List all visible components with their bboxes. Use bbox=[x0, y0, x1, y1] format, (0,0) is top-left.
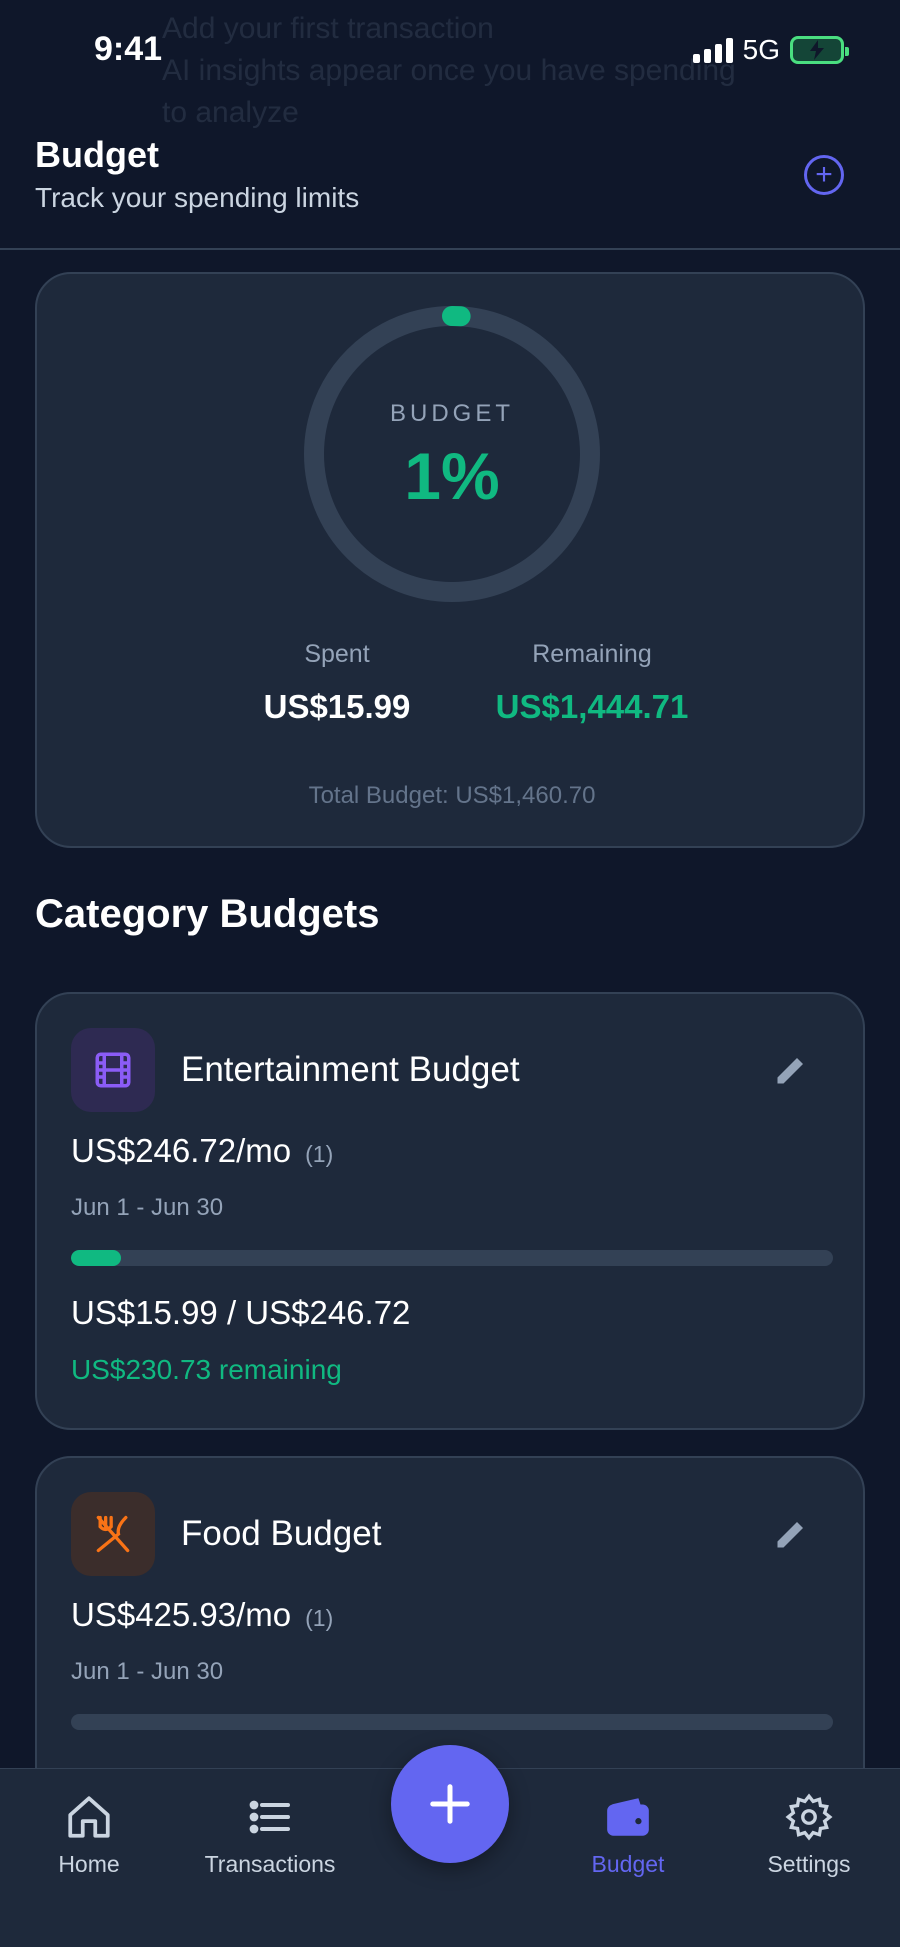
tab-label: Home bbox=[58, 1851, 120, 1877]
category-card-entertainment[interactable]: Entertainment Budget US$246.72/mo (1) Jun… bbox=[35, 992, 865, 1430]
budget-percent: 1% bbox=[404, 439, 500, 513]
battery-charging-icon bbox=[790, 36, 849, 64]
edit-pencil-icon[interactable] bbox=[773, 1052, 809, 1088]
tab-label: Settings bbox=[767, 1851, 851, 1877]
wallet-icon bbox=[607, 1798, 649, 1836]
category-progress-track bbox=[71, 1714, 833, 1730]
spent-label: Spent bbox=[304, 640, 370, 668]
category-period: Jun 1 - Jun 30 bbox=[71, 1194, 224, 1221]
tab-transactions[interactable]: Transactions bbox=[190, 1789, 350, 1878]
category-period: Jun 1 - Jun 30 bbox=[71, 1658, 224, 1685]
tab-label: Transactions bbox=[204, 1851, 336, 1877]
section-title: Category Budgets bbox=[35, 892, 380, 936]
category-spent: US$15.99 / US$246.72 bbox=[71, 1294, 411, 1331]
add-budget-button[interactable]: + bbox=[804, 155, 844, 195]
utensils-icon bbox=[96, 1515, 130, 1553]
status-time: 9:41 bbox=[94, 30, 163, 68]
list-icon bbox=[249, 1800, 290, 1834]
status-bar: 9:41 5G bbox=[0, 0, 900, 100]
category-progress-fill bbox=[71, 1250, 121, 1266]
category-count: (1) bbox=[305, 1141, 334, 1167]
category-amount-value: US$246.72/mo bbox=[71, 1132, 292, 1169]
tab-label: Budget bbox=[591, 1851, 665, 1877]
tab-budget[interactable]: Budget bbox=[548, 1789, 708, 1878]
edit-pencil-icon[interactable] bbox=[773, 1516, 809, 1552]
gear-icon bbox=[785, 1793, 833, 1841]
home-icon bbox=[68, 1796, 110, 1838]
page-title: Budget bbox=[35, 134, 159, 175]
remaining-value: US$1,444.71 bbox=[495, 688, 689, 725]
film-icon bbox=[95, 1052, 131, 1088]
category-name: Entertainment Budget bbox=[181, 1050, 520, 1089]
status-indicators: 5G bbox=[692, 34, 849, 66]
budget-summary-card: BUDGET 1% Spent US$15.99 Remaining US$1,… bbox=[35, 272, 865, 848]
category-icon-tile bbox=[71, 1492, 155, 1576]
category-progress-track bbox=[71, 1250, 833, 1266]
remaining-label: Remaining bbox=[532, 640, 652, 668]
add-transaction-fab[interactable] bbox=[391, 1745, 509, 1863]
page-subtitle: Track your spending limits bbox=[35, 182, 360, 213]
tab-settings[interactable]: Settings bbox=[729, 1789, 889, 1878]
category-icon-tile bbox=[71, 1028, 155, 1112]
page-header: Budget Track your spending limits bbox=[0, 100, 900, 250]
ring-label: BUDGET bbox=[389, 400, 514, 427]
category-amount-value: US$425.93/mo bbox=[71, 1596, 292, 1633]
category-name: Food Budget bbox=[181, 1514, 382, 1553]
category-amount: US$425.93/mo (1) bbox=[71, 1596, 333, 1634]
category-count: (1) bbox=[305, 1605, 334, 1631]
network-type: 5G bbox=[742, 34, 780, 65]
category-remaining: US$230.73 remaining bbox=[71, 1354, 342, 1385]
plus-circle-icon: + bbox=[815, 158, 833, 191]
tab-home[interactable]: Home bbox=[9, 1789, 169, 1878]
category-amount: US$246.72/mo (1) bbox=[71, 1132, 333, 1170]
total-budget: Total Budget: US$1,460.70 bbox=[308, 782, 596, 809]
plus-icon bbox=[430, 1784, 470, 1824]
cellular-signal-icon bbox=[692, 37, 733, 63]
